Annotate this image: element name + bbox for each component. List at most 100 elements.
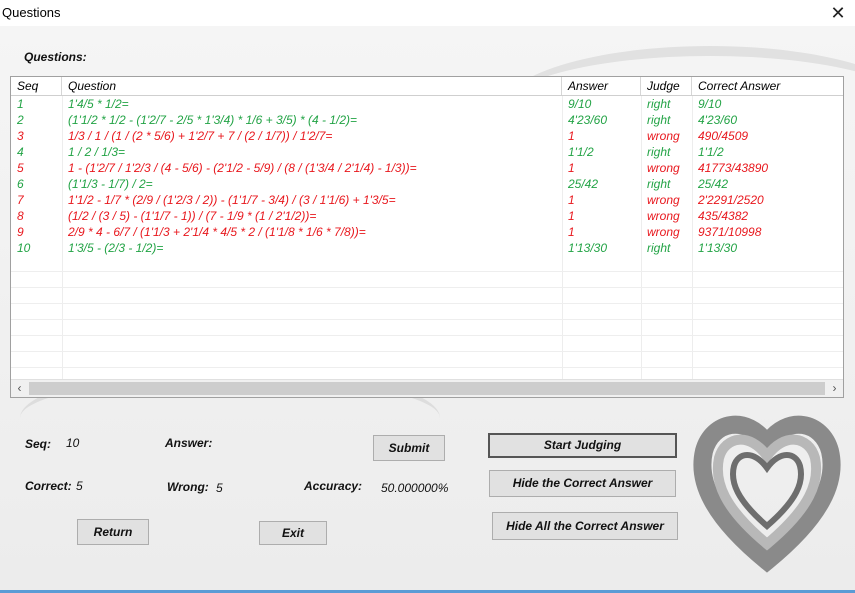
horizontal-scrollbar[interactable]: ‹ › (11, 379, 843, 397)
questions-table[interactable]: Seq Question Answer Judge Correct Answer… (10, 76, 844, 398)
cell-answer: 1 (568, 225, 575, 239)
cell-correct-answer: 4'23/60 (698, 113, 737, 127)
cell-judge: wrong (647, 225, 680, 239)
cell-question: 2/9 * 4 - 6/7 / (1'1/3 + 2'1/4 * 4/5 * 2… (68, 225, 366, 239)
cell-answer: 25/42 (568, 177, 599, 191)
empty-row (11, 256, 843, 272)
cell-seq: 5 (17, 161, 24, 175)
scroll-left-icon[interactable]: ‹ (11, 380, 28, 397)
cell-judge: right (647, 177, 671, 191)
cell-judge: wrong (647, 193, 680, 207)
table-row[interactable]: 7 1'1/2 - 1/7 * (2/9 / (1'2/3 / 2)) - (1'… (11, 192, 843, 208)
cell-answer: 4'23/60 (568, 113, 607, 127)
questions-label: Questions: (24, 50, 87, 64)
cell-seq: 9 (17, 225, 24, 239)
wrong-label: Wrong: (167, 480, 209, 494)
cell-judge: right (647, 241, 671, 255)
accuracy-label: Accuracy: (304, 479, 363, 493)
cell-judge: wrong (647, 209, 680, 223)
cell-answer: 1 (568, 129, 575, 143)
answer-field[interactable] (225, 436, 355, 452)
cell-question: 1'3/5 - (2/3 - 1/2)= (68, 241, 164, 255)
hide-all-correct-answer-button[interactable]: Hide All the Correct Answer (492, 512, 678, 540)
empty-row (11, 288, 843, 304)
cell-question: 1'4/5 * 1/2= (68, 97, 129, 111)
column-header-judge[interactable]: Judge (641, 77, 692, 95)
cell-answer: 9/10 (568, 97, 592, 111)
cell-question: 1 / 2 / 1/3= (68, 145, 126, 159)
column-header-answer[interactable]: Answer (562, 77, 641, 95)
cell-question: 1 - (1'2/7 / 1'2/3 / (4 - 5/6) - (2'1/2 … (68, 161, 417, 175)
hide-correct-answer-button[interactable]: Hide the Correct Answer (489, 470, 676, 497)
heart-icon (693, 415, 841, 573)
cell-seq: 3 (17, 129, 24, 143)
cell-seq: 10 (17, 241, 31, 255)
answer-label: Answer: (165, 436, 213, 450)
cell-question: 1/3 / 1 / (1 / (2 * 5/6) + 1'2/7 + 7 / (… (68, 129, 333, 143)
seq-value: 10 (66, 436, 80, 450)
table-row[interactable]: 8 (1/2 / (3 / 5) - (1'1/7 - 1)) / (7 - 1/… (11, 208, 843, 224)
cell-answer: 1 (568, 193, 575, 207)
close-icon[interactable]: ✕ (827, 2, 849, 24)
correct-count: 5 (76, 479, 83, 493)
cell-seq: 1 (17, 97, 24, 111)
scroll-right-icon[interactable]: › (826, 380, 843, 397)
start-judging-button[interactable]: Start Judging (488, 433, 677, 458)
table-row[interactable]: 1 1'4/5 * 1/2= 9/10 right 9/10 (11, 96, 843, 112)
cell-correct-answer: 1'1/2 (698, 145, 724, 159)
cell-judge: right (647, 97, 671, 111)
cell-answer: 1 (568, 161, 575, 175)
cell-seq: 2 (17, 113, 24, 127)
column-header-seq[interactable]: Seq (11, 77, 62, 95)
column-header-correct-answer[interactable]: Correct Answer (692, 77, 843, 95)
table-row[interactable]: 10 1'3/5 - (2/3 - 1/2)= 1'13/30 right 1'13/3… (11, 240, 843, 256)
return-button[interactable]: Return (77, 519, 149, 545)
cell-judge: right (647, 113, 671, 127)
table-header: Seq Question Answer Judge Correct Answer (11, 77, 843, 96)
cell-answer: 1'13/30 (568, 241, 607, 255)
cell-question: 1'1/2 - 1/7 * (2/9 / (1'2/3 / 2)) - (1'1… (68, 193, 396, 207)
wrong-count: 5 (216, 481, 223, 495)
cell-judge: right (647, 145, 671, 159)
table-row[interactable]: 6 (1'1/3 - 1/7) / 2= 25/42 right 25/42 (11, 176, 843, 192)
empty-row (11, 320, 843, 336)
window-title: Questions (2, 5, 61, 20)
seq-label: Seq: (25, 437, 52, 451)
cell-seq: 7 (17, 193, 24, 207)
cell-judge: wrong (647, 161, 680, 175)
cell-correct-answer: 2'2291/2520 (698, 193, 764, 207)
cell-correct-answer: 1'13/30 (698, 241, 737, 255)
table-row[interactable]: 9 2/9 * 4 - 6/7 / (1'1/3 + 2'1/4 * 4/5 * … (11, 224, 843, 240)
scrollbar-thumb[interactable] (29, 382, 825, 395)
accuracy-value: 50.000000% (381, 481, 449, 495)
cell-answer: 1 (568, 209, 575, 223)
table-row[interactable]: 5 1 - (1'2/7 / 1'2/3 / (4 - 5/6) - (2'1/2… (11, 160, 843, 176)
cell-question: (1/2 / (3 / 5) - (1'1/7 - 1)) / (7 - 1/9… (68, 209, 317, 223)
empty-row (11, 352, 843, 368)
cell-seq: 6 (17, 177, 24, 191)
cell-seq: 8 (17, 209, 24, 223)
title-bar: Questions ✕ (0, 0, 855, 26)
empty-row (11, 304, 843, 320)
dialog-client: Questions: Seq Question Answer Judge Cor… (0, 26, 855, 590)
cell-seq: 4 (17, 145, 24, 159)
cell-correct-answer: 9371/10998 (698, 225, 762, 239)
column-header-question[interactable]: Question (62, 77, 562, 95)
cell-answer: 1'1/2 (568, 145, 594, 159)
cell-correct-answer: 435/4382 (698, 209, 749, 223)
submit-button[interactable]: Submit (373, 435, 445, 461)
table-row[interactable]: 2 (1'1/2 * 1/2 - (1'2/7 - 2/5 * 1'3/4) * … (11, 112, 843, 128)
table-row[interactable]: 4 1 / 2 / 1/3= 1'1/2 right 1'1/2 (11, 144, 843, 160)
cell-question: (1'1/2 * 1/2 - (1'2/7 - 2/5 * 1'3/4) * 1… (68, 113, 358, 127)
empty-row (11, 336, 843, 352)
cell-question: (1'1/3 - 1/7) / 2= (68, 177, 153, 191)
cell-correct-answer: 490/4509 (698, 129, 749, 143)
correct-label: Correct: (25, 479, 72, 493)
table-row[interactable]: 3 1/3 / 1 / (1 / (2 * 5/6) + 1'2/7 + 7 / … (11, 128, 843, 144)
cell-correct-answer: 9/10 (698, 97, 722, 111)
empty-row (11, 272, 843, 288)
cell-correct-answer: 25/42 (698, 177, 729, 191)
cell-judge: wrong (647, 129, 680, 143)
cell-correct-answer: 41773/43890 (698, 161, 769, 175)
exit-button[interactable]: Exit (259, 521, 327, 545)
